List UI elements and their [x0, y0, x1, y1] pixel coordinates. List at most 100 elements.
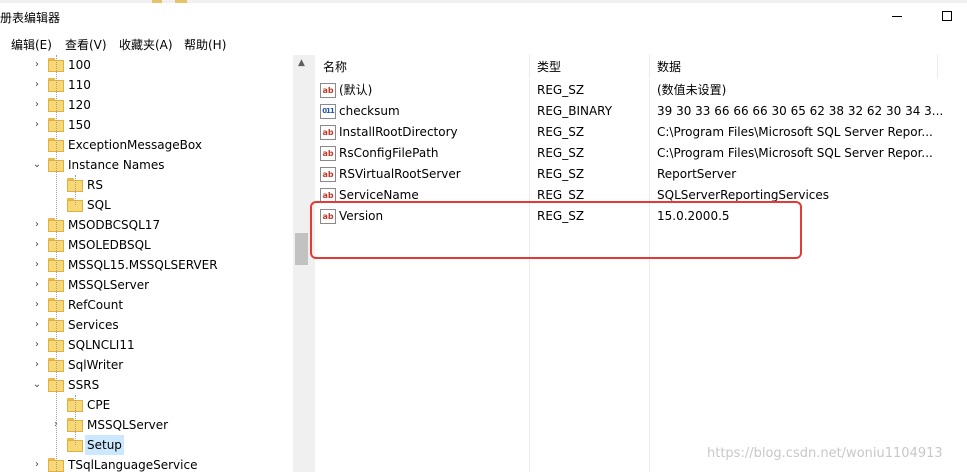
- value-type: REG_SZ: [537, 125, 585, 139]
- tree-node[interactable]: › MSSQLServer: [0, 415, 293, 435]
- column-divider: [937, 55, 938, 79]
- chevron-right-icon[interactable]: ›: [32, 115, 42, 135]
- menu-view[interactable]: 查看(V): [65, 36, 107, 53]
- chevron-right-icon[interactable]: ›: [32, 355, 42, 375]
- value-name: checksum: [339, 104, 400, 118]
- tree-node[interactable]: › 120: [0, 95, 293, 115]
- tree-node-label[interactable]: MSSQLServer: [85, 415, 170, 435]
- value-name: InstallRootDirectory: [339, 125, 458, 139]
- tree-node[interactable]: CPE: [0, 395, 293, 415]
- tree-node[interactable]: › SqlWriter: [0, 355, 293, 375]
- annotation-highlight-box: [310, 201, 802, 259]
- scroll-thumb[interactable]: [295, 233, 308, 265]
- tree-node[interactable]: › MSSQL15.MSSQLSERVER: [0, 255, 293, 275]
- tree-node-label[interactable]: 150: [66, 115, 93, 135]
- tree-node-label[interactable]: 110: [66, 75, 93, 95]
- chevron-right-icon[interactable]: ›: [32, 455, 42, 472]
- column-header-name[interactable]: 名称: [315, 55, 347, 79]
- tree-node-label[interactable]: 100: [66, 55, 93, 75]
- tree-connector-line: [75, 395, 76, 445]
- tree-node[interactable]: › MSOLEDBSQL: [0, 235, 293, 255]
- menu-favorites[interactable]: 收藏夹(A): [119, 36, 173, 53]
- tree-node[interactable]: › 110: [0, 75, 293, 95]
- value-name: RSVirtualRootServer: [339, 167, 461, 181]
- minimize-icon: [892, 15, 902, 17]
- minimize-button[interactable]: [874, 3, 920, 30]
- tree-node[interactable]: › Services: [0, 315, 293, 335]
- tree-node-label[interactable]: RefCount: [66, 295, 125, 315]
- value-name: RsConfigFilePath: [339, 146, 439, 160]
- menu-help[interactable]: 帮助(H): [184, 36, 226, 53]
- tree-node[interactable]: Setup: [0, 435, 293, 455]
- tree-node[interactable]: › 150: [0, 115, 293, 135]
- tree-node-label[interactable]: CPE: [85, 395, 112, 415]
- value-type: REG_SZ: [537, 146, 585, 160]
- chevron-down-icon[interactable]: ⌄: [32, 375, 42, 395]
- menu-edit[interactable]: 编辑(E): [11, 36, 52, 53]
- table-row[interactable]: ab (默认) REG_SZ (数值未设置): [315, 80, 967, 101]
- tree-node-label[interactable]: Instance Names: [66, 155, 167, 175]
- chevron-right-icon[interactable]: ›: [32, 235, 42, 255]
- table-row[interactable]: 011 checksum REG_BINARY 39 30 33 66 66 66 3…: [315, 101, 967, 122]
- tree-node[interactable]: SQL: [0, 195, 293, 215]
- registry-tree[interactable]: › 100 › 110 › 120 › 150 ExceptionMessageBox ⌄ Inst…: [0, 55, 310, 472]
- string-value-icon: ab: [320, 146, 336, 161]
- tree-node[interactable]: › SQLNCLI11: [0, 335, 293, 355]
- tree-node[interactable]: ⌄ SSRS: [0, 375, 293, 395]
- tree-node[interactable]: ExceptionMessageBox: [0, 135, 293, 155]
- tree-node-label[interactable]: ExceptionMessageBox: [66, 135, 204, 155]
- value-type: REG_SZ: [537, 83, 585, 97]
- tree-node[interactable]: › MSODBCSQL17: [0, 215, 293, 235]
- binary-value-icon: 011: [320, 104, 336, 119]
- chevron-right-icon[interactable]: ›: [32, 95, 42, 115]
- tree-node-label[interactable]: Services: [66, 315, 121, 335]
- tree-node[interactable]: › 100: [0, 55, 293, 75]
- tree-scrollbar[interactable]: ▲: [293, 55, 310, 472]
- tree-node[interactable]: › TSqlLanguageService: [0, 455, 293, 472]
- tree-node-label[interactable]: MSSQLServer: [66, 275, 151, 295]
- value-data: 39 30 33 66 66 66 30 65 62 38 32 62 30 3…: [657, 104, 944, 118]
- menu-bar: 编辑(E) 查看(V) 收藏夹(A) 帮助(H): [0, 32, 967, 54]
- scroll-up-arrow-icon[interactable]: ▲: [293, 55, 310, 72]
- maximize-icon: [942, 11, 952, 21]
- string-value-icon: ab: [320, 167, 336, 182]
- string-value-icon: ab: [320, 125, 336, 140]
- maximize-button[interactable]: [924, 3, 967, 30]
- column-header-data[interactable]: 数据: [649, 55, 681, 79]
- chevron-right-icon[interactable]: ›: [32, 55, 42, 75]
- column-header-type[interactable]: 类型: [529, 55, 561, 79]
- chevron-right-icon[interactable]: ›: [32, 335, 42, 355]
- tree-node-label[interactable]: Setup: [85, 435, 124, 455]
- value-data: C:\Program Files\Microsoft SQL Server Re…: [657, 146, 933, 160]
- chevron-right-icon[interactable]: ›: [32, 275, 42, 295]
- tree-node[interactable]: RS: [0, 175, 293, 195]
- tree-node[interactable]: › MSSQLServer: [0, 275, 293, 295]
- tree-node-label[interactable]: 120: [66, 95, 93, 115]
- tree-node-label[interactable]: MSSQL15.MSSQLSERVER: [66, 255, 220, 275]
- table-row[interactable]: ab RSVirtualRootServer REG_SZ ReportServer: [315, 164, 967, 185]
- tree-connector-line: [75, 175, 76, 205]
- window-title: 册表编辑器: [0, 11, 61, 25]
- chevron-right-icon[interactable]: ›: [32, 295, 42, 315]
- tree-node[interactable]: › RefCount: [0, 295, 293, 315]
- tree-node-label[interactable]: TSqlLanguageService: [66, 455, 199, 472]
- table-row[interactable]: ab RsConfigFilePath REG_SZ C:\Program Files…: [315, 143, 967, 164]
- tree-node-label[interactable]: RS: [85, 175, 105, 195]
- table-row[interactable]: ab InstallRootDirectory REG_SZ C:\Program F…: [315, 122, 967, 143]
- chevron-right-icon[interactable]: ›: [32, 215, 42, 235]
- tree-node-label[interactable]: MSODBCSQL17: [66, 215, 162, 235]
- chevron-right-icon[interactable]: ›: [32, 75, 42, 95]
- tree-connector-line: [56, 55, 57, 472]
- string-value-icon: ab: [320, 83, 336, 98]
- chevron-right-icon[interactable]: ›: [32, 255, 42, 275]
- tree-node-label[interactable]: SSRS: [66, 375, 101, 395]
- tree-node-label[interactable]: MSOLEDBSQL: [66, 235, 153, 255]
- chevron-right-icon[interactable]: ›: [32, 315, 42, 335]
- tree-node-label[interactable]: SQL: [85, 195, 113, 215]
- tree-node-label[interactable]: SQLNCLI11: [66, 335, 137, 355]
- chevron-down-icon[interactable]: ⌄: [32, 155, 42, 175]
- value-type: REG_SZ: [537, 167, 585, 181]
- value-data: (数值未设置): [657, 83, 727, 97]
- tree-node-label[interactable]: SqlWriter: [66, 355, 125, 375]
- tree-node[interactable]: ⌄ Instance Names: [0, 155, 293, 175]
